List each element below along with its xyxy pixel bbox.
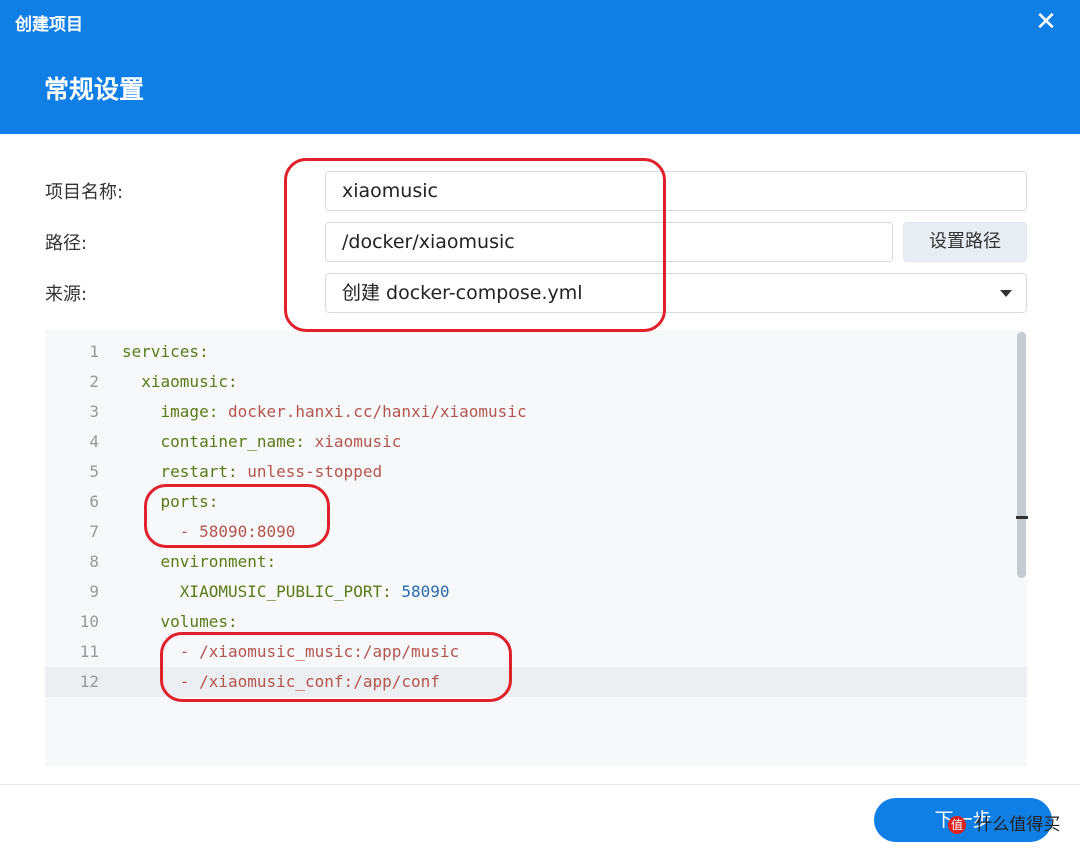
window-title: 创建项目 [15, 15, 83, 35]
line-number: 4 [89, 432, 99, 451]
code-text: container_name: xiaomusic [160, 432, 402, 451]
code-text: services: [122, 342, 209, 361]
line-number: 2 [89, 372, 99, 391]
annotation-volumes-highlight [160, 632, 512, 702]
line-number: 10 [79, 612, 99, 631]
code-line: 3 image: docker.hanxi.cc/hanxi/xiaomusic [45, 397, 1027, 427]
watermark-text: 什么值得买 [975, 815, 1061, 835]
chevron-down-icon [1000, 290, 1012, 297]
code-text: image: docker.hanxi.cc/hanxi/xiaomusic [160, 402, 527, 421]
line-number: 1 [89, 342, 99, 361]
code-line: 1 services: [45, 337, 1027, 367]
line-number: 6 [89, 492, 99, 511]
line-number: 8 [89, 552, 99, 571]
code-text: environment: [160, 552, 277, 571]
footer-divider [0, 784, 1080, 785]
line-number: 5 [89, 462, 99, 481]
line-number: 11 [79, 642, 99, 661]
annotation-form-highlight [284, 158, 666, 332]
code-text: XIAOMUSIC_PUBLIC_PORT: 58090 [179, 582, 450, 601]
source-label: 来源: [45, 284, 88, 305]
line-number: 7 [89, 522, 99, 541]
code-text: restart: unless-stopped [160, 462, 383, 481]
code-text: xiaomusic: [141, 372, 238, 391]
line-number: 3 [89, 402, 99, 421]
code-line: 4 container_name: xiaomusic [45, 427, 1027, 457]
code-line: 9 XIAOMUSIC_PUBLIC_PORT: 58090 [45, 577, 1027, 607]
line-number: 9 [89, 582, 99, 601]
code-line: 2 xiaomusic: [45, 367, 1027, 397]
code-line: 8 environment: [45, 547, 1027, 577]
scroll-position-marker [1016, 516, 1028, 519]
annotation-ports-highlight [144, 484, 330, 548]
section-title: 常规设置 [44, 75, 145, 104]
line-number: 12 [79, 672, 99, 691]
editor-scrollbar[interactable] [1017, 332, 1026, 578]
dialog-header: 创建项目 ✕ 常规设置 [0, 0, 1080, 134]
project-name-label: 项目名称: [45, 182, 124, 203]
code-line: 5 restart: unless-stopped [45, 457, 1027, 487]
set-path-button[interactable]: 设置路径 [903, 222, 1027, 262]
watermark-logo-icon: 值 [948, 816, 966, 834]
site-watermark: 值 什么值得买 [948, 810, 1060, 835]
close-icon[interactable]: ✕ [1030, 6, 1062, 38]
path-label: 路径: [45, 233, 88, 254]
